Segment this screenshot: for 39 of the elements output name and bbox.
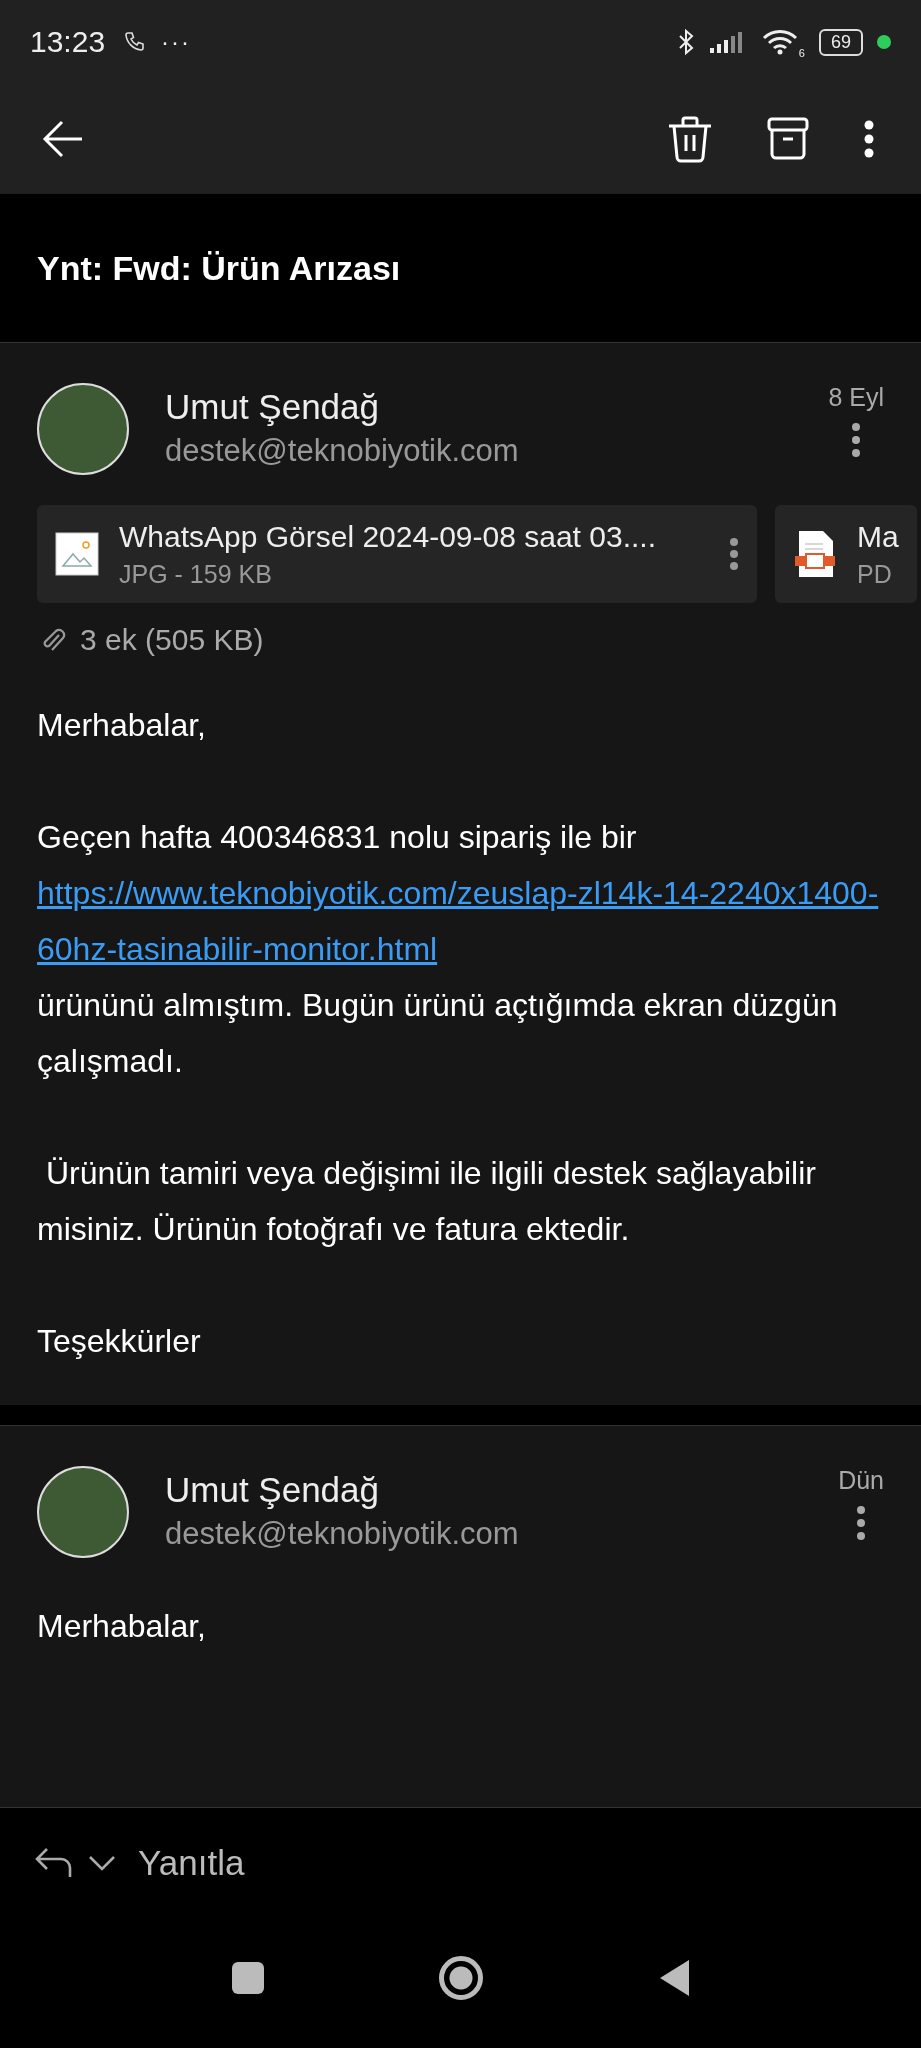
bluetooth-icon — [676, 28, 695, 56]
sender-name: Umut Şendağ — [165, 387, 381, 427]
sender-name: Umut Şendağ — [165, 1470, 381, 1510]
pdf-file-icon — [793, 530, 837, 578]
attachment-card[interactable]: WhatsApp Görsel 2024-09-08 saat 03.... JPG - 159 KB — [37, 505, 757, 603]
body-paragraph: Ürünün tamiri veya değişimi ile ilgili destek sağlayabilir misiniz. Ürünün fotoğrafı ve fatura ektedir. — [37, 1154, 817, 1249]
more-options-icon[interactable] — [863, 119, 875, 159]
wifi-version: 6 — [798, 47, 805, 59]
attachment-size: JPG - 159 KB — [119, 559, 273, 589]
image-file-icon — [55, 532, 99, 576]
body-paragraph: Geçen hafta 400346831 nolu sipariş ile bir https://www.teknobiyotik.com/zeuslap-zl14k-14-2240x1400-60hz-tasinabilir-monitor.html ürününü almıştım. Bugün ürünü açtığımda ekran düzgün çalışmadı. — [37, 809, 884, 1089]
wifi-icon — [760, 29, 799, 55]
sender-email: destek@teknobiyotik.com — [165, 1516, 520, 1552]
product-link[interactable]: https://www.teknobiyotik.com/zeuslap-zl14k-14-2240x1400-60hz-tasinabilir-monitor.html — [37, 865, 884, 977]
sender-email: destek@teknobiyotik.com — [165, 433, 520, 469]
body-paragraph: Merhabalar, — [37, 706, 207, 745]
attachment-card[interactable]: Ma PD — [775, 505, 917, 603]
body-paragraph: Merhabalar, — [37, 1607, 207, 1646]
reply-button[interactable]: Yanıtla — [138, 1843, 245, 1883]
more-options-icon[interactable] — [851, 422, 862, 458]
clock-time: 13:23 — [30, 25, 106, 59]
message-date: Dün — [838, 1466, 884, 1495]
more-options-icon[interactable] — [856, 1505, 867, 1541]
attachment-size: PD — [857, 559, 893, 589]
email-subject: Ynt: Fwd: Ürün Arızası — [37, 248, 401, 288]
attachment-name: WhatsApp Görsel 2024-09-08 saat 03.... — [119, 519, 657, 554]
reply-arrow-icon[interactable] — [34, 1847, 74, 1879]
message-date: 8 Eyl — [828, 383, 884, 412]
chevron-down-icon[interactable] — [88, 1854, 116, 1872]
archive-icon[interactable] — [767, 117, 809, 161]
privacy-indicator-dot — [877, 35, 891, 49]
body-paragraph: Teşekkürler — [37, 1322, 202, 1361]
recents-button[interactable] — [231, 1962, 264, 1994]
attachment-name: Ma — [857, 519, 899, 554]
home-button[interactable] — [438, 1956, 483, 2000]
attachment-count: 3 ek (505 KB) — [80, 623, 264, 657]
more-notifications: ··· — [161, 28, 192, 56]
trash-icon[interactable] — [667, 115, 713, 163]
battery-level: 69 — [818, 28, 863, 56]
